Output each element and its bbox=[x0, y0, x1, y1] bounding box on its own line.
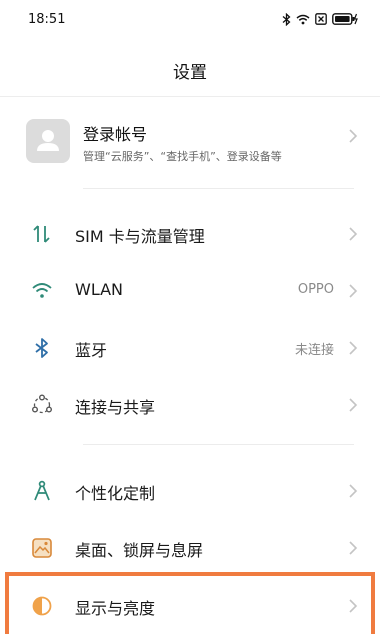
settings-item-connection-share[interactable]: 连接与共享 bbox=[0, 377, 380, 433]
sim-data-icon bbox=[33, 225, 50, 243]
avatar-person-icon bbox=[37, 130, 59, 151]
status-time: 18:51 bbox=[28, 12, 66, 27]
settings-item-wlan[interactable]: WLAN OPPO bbox=[0, 263, 380, 319]
divider bbox=[83, 188, 354, 189]
divider bbox=[83, 444, 354, 445]
bluetooth-icon bbox=[35, 338, 48, 358]
bluetooth-value: 未连接 bbox=[294, 343, 334, 358]
account-name: 登录帐号 bbox=[83, 125, 148, 144]
account-description: 管理“云服务”、“查找手机”、登录设备等 bbox=[83, 150, 282, 163]
settings-item-wallpaper[interactable]: 桌面、锁屏与息屏 bbox=[0, 520, 380, 576]
chevron-right-icon bbox=[349, 341, 358, 355]
avatar bbox=[26, 119, 70, 163]
chevron-right-icon bbox=[349, 541, 358, 555]
wifi-icon bbox=[32, 283, 52, 298]
chevron-right-icon bbox=[349, 398, 358, 412]
settings-item-label: 桌面、锁屏与息屏 bbox=[75, 541, 204, 560]
highlight-box bbox=[5, 572, 375, 634]
settings-item-bluetooth[interactable]: 蓝牙 未连接 bbox=[0, 320, 380, 376]
chevron-right-icon bbox=[349, 129, 358, 143]
settings-item-label: SIM 卡与流量管理 bbox=[75, 227, 205, 246]
wifi-status-icon bbox=[296, 14, 310, 25]
settings-item-personalization[interactable]: 个性化定制 bbox=[0, 463, 380, 519]
account-row[interactable]: 登录帐号 管理“云服务”、“查找手机”、登录设备等 bbox=[0, 108, 380, 174]
bluetooth-status-icon bbox=[282, 12, 291, 26]
header-divider bbox=[0, 96, 380, 97]
personalization-icon bbox=[34, 480, 50, 501]
status-icons bbox=[282, 11, 358, 27]
battery-icon bbox=[332, 13, 358, 25]
settings-item-label: 个性化定制 bbox=[75, 484, 156, 503]
sim-status-icon bbox=[315, 13, 327, 25]
settings-item-label: 蓝牙 bbox=[75, 341, 108, 360]
settings-item-label: WLAN bbox=[75, 280, 124, 299]
wallpaper-icon bbox=[32, 538, 52, 558]
chevron-right-icon bbox=[349, 227, 358, 241]
settings-item-sim[interactable]: SIM 卡与流量管理 bbox=[0, 206, 380, 262]
status-bar: 18:51 bbox=[0, 0, 380, 40]
settings-item-label: 连接与共享 bbox=[75, 398, 156, 417]
chevron-right-icon bbox=[349, 284, 358, 298]
chevron-right-icon bbox=[349, 484, 358, 498]
connection-share-icon bbox=[32, 394, 53, 414]
wlan-value: OPPO bbox=[297, 282, 334, 297]
page-title: 设置 bbox=[173, 63, 207, 83]
